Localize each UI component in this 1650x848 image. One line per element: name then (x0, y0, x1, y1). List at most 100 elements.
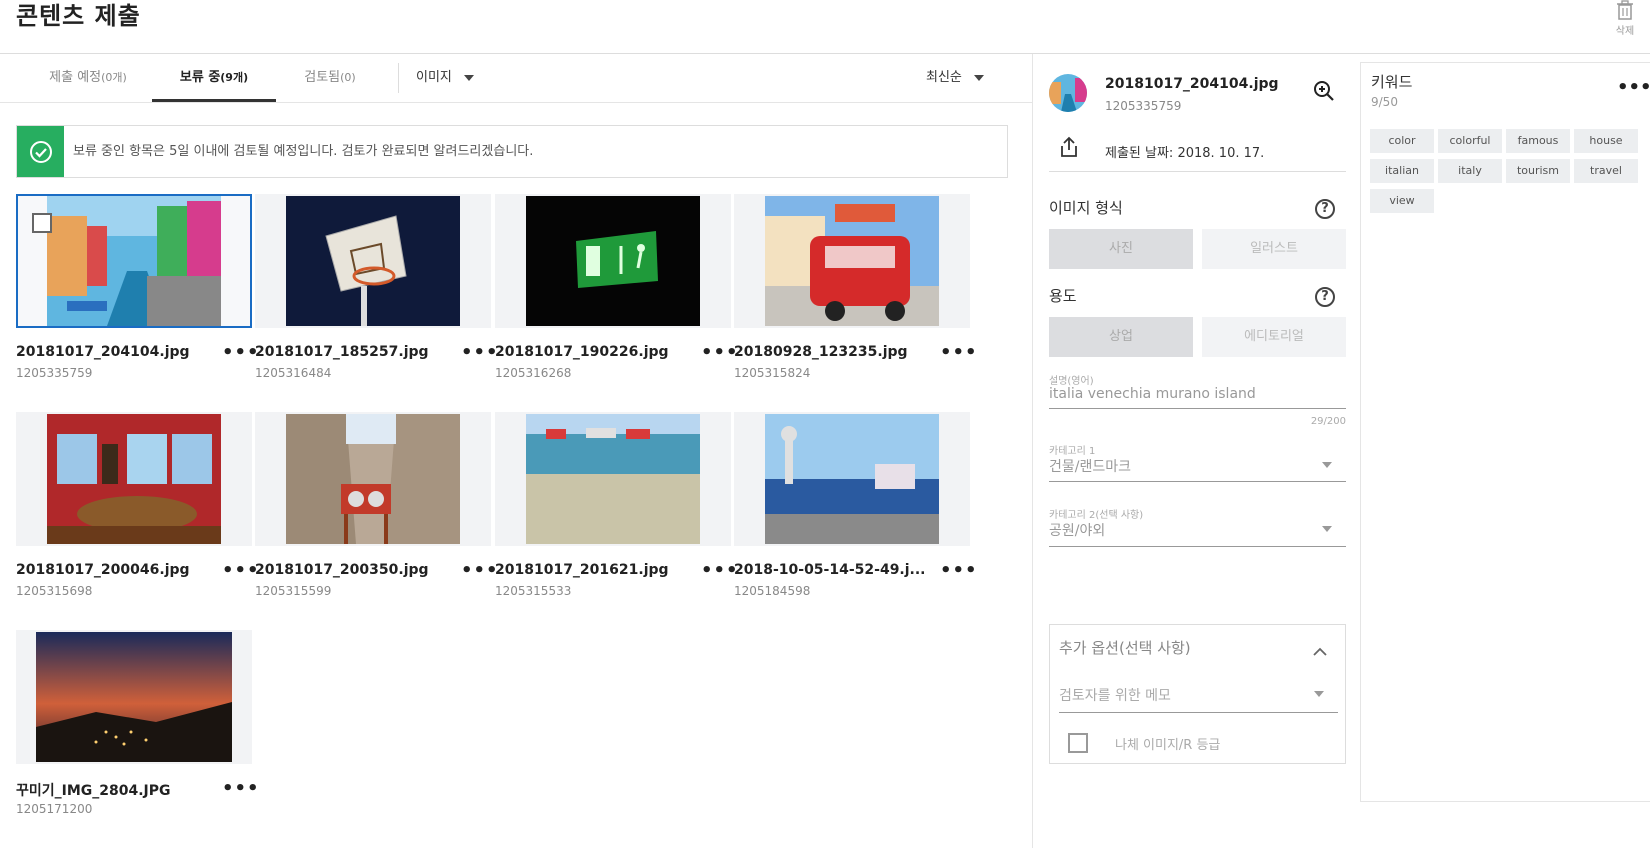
item-filename: 20181017_185257.jpg (255, 344, 429, 360)
info-notice: 보류 중인 항목은 5일 이내에 검토될 예정입니다. 검토가 완료되면 알려드… (16, 125, 1008, 178)
more-options-icon[interactable]: ••• (222, 562, 260, 580)
thumbnail[interactable] (255, 412, 491, 546)
item-id: 1205315533 (495, 584, 572, 598)
keyword-chip[interactable]: travel (1574, 159, 1638, 183)
nudity-checkbox[interactable] (1068, 733, 1088, 753)
keyword-chip[interactable]: italian (1370, 159, 1434, 183)
upload-icon (1059, 136, 1079, 162)
detail-id: 1205335759 (1105, 99, 1182, 113)
item-filename: 20180928_123235.jpg (734, 344, 908, 360)
page-title: 콘텐츠 제출 (16, 2, 141, 30)
delete-label: 삭제 (1615, 26, 1635, 37)
more-options-icon[interactable]: ••• (701, 562, 739, 580)
more-options-icon[interactable]: ••• (940, 344, 978, 362)
sort-dropdown[interactable]: 최신순 (926, 54, 984, 102)
category1-select[interactable]: 카테고리 1 건물/랜드마크 (1049, 442, 1346, 482)
thumbnail[interactable] (16, 630, 252, 764)
keyword-chip[interactable]: view (1370, 189, 1434, 213)
description-field[interactable]: 설명(영어) italia venechia murano island (1049, 372, 1346, 409)
thumbnail[interactable] (495, 412, 731, 546)
keywords-count: 9/50 (1371, 95, 1398, 109)
tab-divider (398, 63, 399, 93)
sort-value: 최신순 (926, 70, 962, 85)
type-filter-value: 이미지 (416, 70, 452, 85)
panel-divider (1032, 54, 1033, 848)
item-id: 1205316268 (495, 366, 572, 380)
usage-label: 용도 (1049, 287, 1077, 305)
help-icon[interactable]: ? (1315, 199, 1335, 219)
image-type-illustration[interactable]: 일러스트 (1202, 229, 1346, 269)
item-id: 1205315824 (734, 366, 811, 380)
thumbnail[interactable] (255, 194, 491, 328)
extra-options-title: 추가 옵션(선택 사항) (1059, 639, 1191, 657)
item-id: 1205335759 (16, 366, 93, 380)
more-options-icon[interactable]: ••• (701, 344, 739, 362)
chevron-down-icon (1322, 462, 1332, 468)
thumbnail[interactable] (734, 412, 970, 546)
tab-bar: 제출 예정(0개) 보류 중(9개) 검토됨(0) 이미지 최신순 (0, 54, 1032, 103)
item-filename: 꾸미기_IMG_2804.JPG (16, 783, 171, 799)
item-filename: 2018-10-05-14-52-49.j... (734, 562, 926, 578)
tab-pending[interactable]: 보류 중(9개) (152, 54, 276, 102)
more-options-icon[interactable]: ••• (461, 562, 499, 580)
chevron-up-icon[interactable] (1313, 641, 1327, 660)
keyword-chip[interactable]: italy (1438, 159, 1502, 183)
item-filename: 20181017_200046.jpg (16, 562, 190, 578)
category1-label: 카테고리 1 (1049, 446, 1096, 457)
zoom-in-icon[interactable] (1313, 80, 1335, 106)
item-filename: 20181017_201621.jpg (495, 562, 669, 578)
item-id: 1205316484 (255, 366, 332, 380)
keyword-chip[interactable]: tourism (1506, 159, 1570, 183)
tab-reviewed[interactable]: 검토됨(0) (282, 54, 378, 102)
alley-chair-photo (286, 414, 460, 544)
thumbnail[interactable] (16, 412, 252, 546)
image-type-label: 이미지 형식 (1049, 199, 1123, 217)
delete-button[interactable]: 삭제 (1607, 0, 1643, 40)
more-options-icon[interactable]: ••• (940, 562, 978, 580)
basketball-hoop-photo (286, 196, 460, 326)
keywords-panel: 키워드 9/50 ••• color colorful famous house… (1360, 62, 1650, 802)
extra-options-panel: 추가 옵션(선택 사항) 검토자를 위한 메모 나체 이미지/R 등급 (1049, 624, 1346, 764)
night-city-photo (36, 632, 232, 762)
type-filter-dropdown[interactable]: 이미지 (416, 54, 474, 102)
category1-value: 건물/랜드마크 (1049, 459, 1131, 475)
more-options-icon[interactable]: ••• (222, 780, 260, 798)
description-counter: 29/200 (1310, 416, 1346, 427)
tab-count: (0) (340, 71, 356, 84)
canal-photo (47, 196, 221, 326)
reviewer-memo-select[interactable]: 검토자를 위한 메모 (1059, 669, 1338, 713)
exit-sign-photo (526, 196, 700, 326)
tab-count: (9개) (220, 71, 249, 84)
thumbnail[interactable] (734, 194, 970, 328)
select-checkbox[interactable] (32, 213, 52, 233)
more-options-icon[interactable]: ••• (1617, 79, 1650, 97)
keyword-chip[interactable]: house (1574, 129, 1638, 153)
image-type-photo[interactable]: 사진 (1049, 229, 1193, 269)
more-options-icon[interactable]: ••• (222, 344, 260, 362)
submitted-date: 제출된 날짜: 2018. 10. 17. (1105, 146, 1265, 161)
divider (1049, 171, 1346, 172)
description-label: 설명(영어) (1049, 376, 1094, 387)
chevron-down-icon (973, 74, 984, 81)
page-header: 콘텐츠 제출 삭제 (0, 0, 1650, 54)
keyword-chip[interactable]: famous (1506, 129, 1570, 153)
item-id: 1205315599 (255, 584, 332, 598)
usage-commercial[interactable]: 상업 (1049, 317, 1193, 357)
item-filename: 20181017_190226.jpg (495, 344, 669, 360)
sea-water-photo (526, 414, 700, 544)
description-value: italia venechia murano island (1049, 386, 1256, 402)
nudity-label: 나체 이미지/R 등급 (1115, 738, 1221, 753)
item-id: 1205171200 (16, 802, 93, 816)
more-options-icon[interactable]: ••• (461, 344, 499, 362)
category2-select[interactable]: 카테고리 2(선택 사항) 공원/야외 (1049, 506, 1346, 547)
help-icon[interactable]: ? (1315, 287, 1335, 307)
usage-editorial[interactable]: 에디토리얼 (1202, 317, 1346, 357)
cafe-interior-photo (47, 414, 221, 544)
keywords-title: 키워드 (1371, 73, 1413, 91)
item-id: 1205184598 (734, 584, 811, 598)
keyword-chip[interactable]: colorful (1438, 129, 1502, 153)
keyword-chip[interactable]: color (1370, 129, 1434, 153)
thumbnail[interactable] (495, 194, 731, 328)
tab-to-submit[interactable]: 제출 예정(0개) (24, 54, 152, 102)
category2-value: 공원/야외 (1049, 523, 1106, 539)
